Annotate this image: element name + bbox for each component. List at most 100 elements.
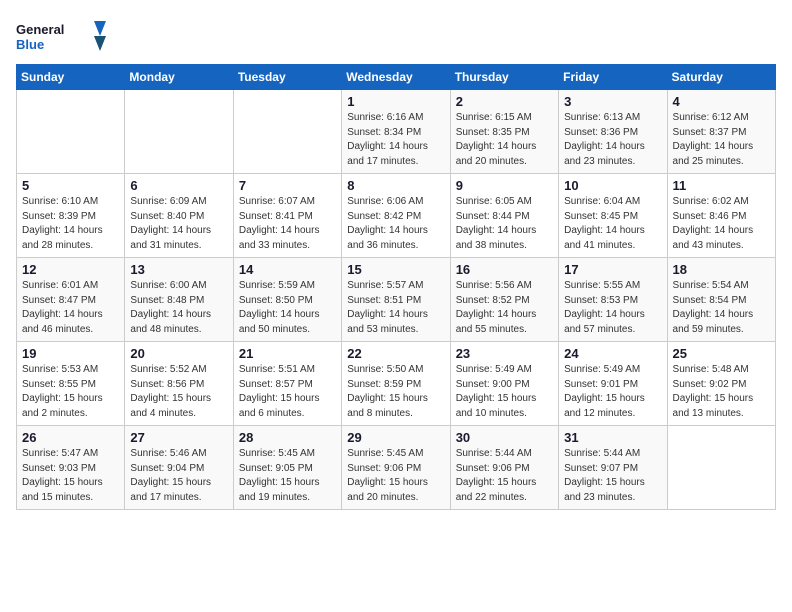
day-number: 23 xyxy=(456,346,553,361)
day-number: 30 xyxy=(456,430,553,445)
day-number: 5 xyxy=(22,178,119,193)
day-info: Sunrise: 6:02 AMSunset: 8:46 PMDaylight:… xyxy=(673,195,770,253)
calendar-cell: 8 Sunrise: 6:06 AMSunset: 8:42 PMDaylight… xyxy=(342,174,450,258)
day-header-wednesday: Wednesday xyxy=(342,65,450,90)
logo: General Blue xyxy=(16,16,106,56)
day-number: 10 xyxy=(564,178,661,193)
calendar-cell: 13 Sunrise: 6:00 AMSunset: 8:48 PMDayligh… xyxy=(125,258,233,342)
calendar-cell: 14Sunrise: 5:59 AMSunset: 8:50 PMDayligh… xyxy=(233,258,341,342)
day-number: 9 xyxy=(456,178,553,193)
calendar-cell xyxy=(233,90,341,174)
svg-text:General: General xyxy=(16,22,64,37)
calendar-cell: 30 Sunrise: 5:44 AMSunset: 9:06 PMDayligh… xyxy=(450,426,558,510)
day-info: Sunrise: 5:50 AMSunset: 8:59 PMDaylight:… xyxy=(347,363,444,421)
calendar-cell: 24 Sunrise: 5:49 AMSunset: 9:01 PMDayligh… xyxy=(559,342,667,426)
calendar-cell: 4 Sunrise: 6:12 AMSunset: 8:37 PMDaylight… xyxy=(667,90,775,174)
calendar-cell: 25 Sunrise: 5:48 AMSunset: 9:02 PMDayligh… xyxy=(667,342,775,426)
week-row-2: 12 Sunrise: 6:01 AMSunset: 8:47 PMDayligh… xyxy=(17,258,776,342)
day-number: 19 xyxy=(22,346,119,361)
calendar-cell: 28Sunrise: 5:45 AMSunset: 9:05 PMDayligh… xyxy=(233,426,341,510)
calendar-cell xyxy=(17,90,125,174)
day-info: Sunrise: 6:04 AMSunset: 8:45 PMDaylight:… xyxy=(564,195,661,253)
day-number: 31 xyxy=(564,430,661,445)
calendar-cell: 23 Sunrise: 5:49 AMSunset: 9:00 PMDayligh… xyxy=(450,342,558,426)
day-number: 25 xyxy=(673,346,770,361)
day-number: 21 xyxy=(239,346,336,361)
calendar-cell xyxy=(667,426,775,510)
calendar-cell: 11Sunrise: 6:02 AMSunset: 8:46 PMDayligh… xyxy=(667,174,775,258)
calendar-cell: 21Sunrise: 5:51 AMSunset: 8:57 PMDayligh… xyxy=(233,342,341,426)
calendar-cell: 2 Sunrise: 6:15 AMSunset: 8:35 PMDaylight… xyxy=(450,90,558,174)
week-row-0: 1Sunrise: 6:16 AMSunset: 8:34 PMDaylight… xyxy=(17,90,776,174)
day-info: Sunrise: 5:44 AMSunset: 9:06 PMDaylight:… xyxy=(456,447,553,505)
calendar-cell: 3Sunrise: 6:13 AMSunset: 8:36 PMDaylight… xyxy=(559,90,667,174)
calendar-cell: 7 Sunrise: 6:07 AMSunset: 8:41 PMDaylight… xyxy=(233,174,341,258)
day-header-sunday: Sunday xyxy=(17,65,125,90)
calendar-cell: 17 Sunrise: 5:55 AMSunset: 8:53 PMDayligh… xyxy=(559,258,667,342)
day-info: Sunrise: 6:15 AMSunset: 8:35 PMDaylight:… xyxy=(456,111,553,169)
day-header-friday: Friday xyxy=(559,65,667,90)
calendar-cell: 18Sunrise: 5:54 AMSunset: 8:54 PMDayligh… xyxy=(667,258,775,342)
day-header-thursday: Thursday xyxy=(450,65,558,90)
calendar-cell: 12 Sunrise: 6:01 AMSunset: 8:47 PMDayligh… xyxy=(17,258,125,342)
calendar-cell: 1Sunrise: 6:16 AMSunset: 8:34 PMDaylight… xyxy=(342,90,450,174)
day-info: Sunrise: 5:47 AMSunset: 9:03 PMDaylight:… xyxy=(22,447,119,505)
day-info: Sunrise: 5:57 AMSunset: 8:51 PMDaylight:… xyxy=(347,279,444,337)
day-info: Sunrise: 6:16 AMSunset: 8:34 PMDaylight:… xyxy=(347,111,444,169)
calendar-table: SundayMondayTuesdayWednesdayThursdayFrid… xyxy=(16,64,776,510)
day-number: 6 xyxy=(130,178,227,193)
day-info: Sunrise: 6:01 AMSunset: 8:47 PMDaylight:… xyxy=(22,279,119,337)
day-info: Sunrise: 6:00 AMSunset: 8:48 PMDaylight:… xyxy=(130,279,227,337)
calendar-cell: 22 Sunrise: 5:50 AMSunset: 8:59 PMDayligh… xyxy=(342,342,450,426)
calendar-cell: 10 Sunrise: 6:04 AMSunset: 8:45 PMDayligh… xyxy=(559,174,667,258)
day-info: Sunrise: 5:56 AMSunset: 8:52 PMDaylight:… xyxy=(456,279,553,337)
day-number: 26 xyxy=(22,430,119,445)
day-number: 13 xyxy=(130,262,227,277)
day-number: 17 xyxy=(564,262,661,277)
day-number: 29 xyxy=(347,430,444,445)
day-number: 15 xyxy=(347,262,444,277)
day-info: Sunrise: 5:44 AMSunset: 9:07 PMDaylight:… xyxy=(564,447,661,505)
calendar-cell: 26 Sunrise: 5:47 AMSunset: 9:03 PMDayligh… xyxy=(17,426,125,510)
calendar-cell: 20Sunrise: 5:52 AMSunset: 8:56 PMDayligh… xyxy=(125,342,233,426)
day-info: Sunrise: 5:45 AMSunset: 9:05 PMDaylight:… xyxy=(239,447,336,505)
day-number: 22 xyxy=(347,346,444,361)
days-header-row: SundayMondayTuesdayWednesdayThursdayFrid… xyxy=(17,65,776,90)
calendar-cell: 15 Sunrise: 5:57 AMSunset: 8:51 PMDayligh… xyxy=(342,258,450,342)
day-info: Sunrise: 5:49 AMSunset: 9:00 PMDaylight:… xyxy=(456,363,553,421)
day-info: Sunrise: 6:06 AMSunset: 8:42 PMDaylight:… xyxy=(347,195,444,253)
week-row-4: 26 Sunrise: 5:47 AMSunset: 9:03 PMDayligh… xyxy=(17,426,776,510)
day-info: Sunrise: 6:13 AMSunset: 8:36 PMDaylight:… xyxy=(564,111,661,169)
calendar-cell: 29 Sunrise: 5:45 AMSunset: 9:06 PMDayligh… xyxy=(342,426,450,510)
svg-text:Blue: Blue xyxy=(16,37,44,52)
day-info: Sunrise: 6:10 AMSunset: 8:39 PMDaylight:… xyxy=(22,195,119,253)
day-number: 4 xyxy=(673,94,770,109)
day-number: 8 xyxy=(347,178,444,193)
day-number: 12 xyxy=(22,262,119,277)
week-row-1: 5 Sunrise: 6:10 AMSunset: 8:39 PMDaylight… xyxy=(17,174,776,258)
day-number: 20 xyxy=(130,346,227,361)
day-info: Sunrise: 6:12 AMSunset: 8:37 PMDaylight:… xyxy=(673,111,770,169)
calendar-cell: 5 Sunrise: 6:10 AMSunset: 8:39 PMDaylight… xyxy=(17,174,125,258)
day-number: 2 xyxy=(456,94,553,109)
day-number: 16 xyxy=(456,262,553,277)
day-info: Sunrise: 5:49 AMSunset: 9:01 PMDaylight:… xyxy=(564,363,661,421)
day-header-monday: Monday xyxy=(125,65,233,90)
day-info: Sunrise: 5:46 AMSunset: 9:04 PMDaylight:… xyxy=(130,447,227,505)
calendar-cell: 16 Sunrise: 5:56 AMSunset: 8:52 PMDayligh… xyxy=(450,258,558,342)
day-header-tuesday: Tuesday xyxy=(233,65,341,90)
calendar-cell: 6 Sunrise: 6:09 AMSunset: 8:40 PMDaylight… xyxy=(125,174,233,258)
day-number: 7 xyxy=(239,178,336,193)
day-number: 24 xyxy=(564,346,661,361)
day-info: Sunrise: 6:07 AMSunset: 8:41 PMDaylight:… xyxy=(239,195,336,253)
day-info: Sunrise: 5:59 AMSunset: 8:50 PMDaylight:… xyxy=(239,279,336,337)
day-info: Sunrise: 5:54 AMSunset: 8:54 PMDaylight:… xyxy=(673,279,770,337)
day-info: Sunrise: 5:45 AMSunset: 9:06 PMDaylight:… xyxy=(347,447,444,505)
day-info: Sunrise: 6:09 AMSunset: 8:40 PMDaylight:… xyxy=(130,195,227,253)
day-info: Sunrise: 5:55 AMSunset: 8:53 PMDaylight:… xyxy=(564,279,661,337)
logo-svg: General Blue xyxy=(16,16,106,56)
day-header-saturday: Saturday xyxy=(667,65,775,90)
day-info: Sunrise: 5:48 AMSunset: 9:02 PMDaylight:… xyxy=(673,363,770,421)
page-header: General Blue xyxy=(16,16,776,56)
calendar-cell: 19Sunrise: 5:53 AMSunset: 8:55 PMDayligh… xyxy=(17,342,125,426)
